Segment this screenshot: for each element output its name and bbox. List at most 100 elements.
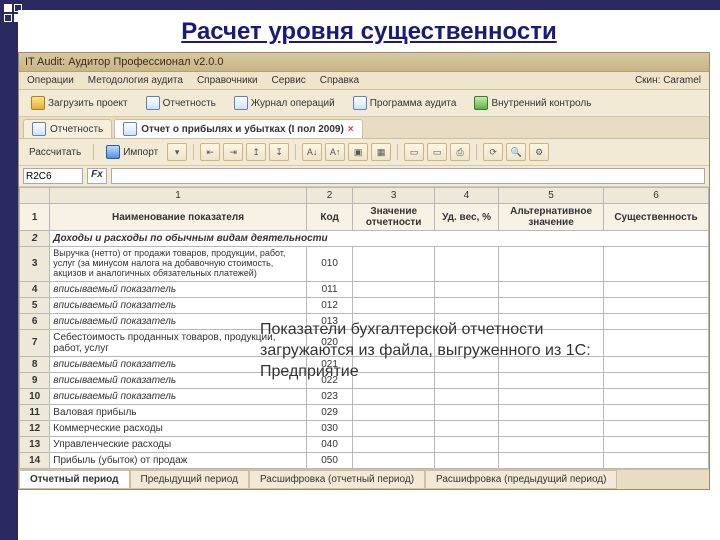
filter-button[interactable]: ▣ (348, 143, 368, 161)
tool-btn-1[interactable]: ▾ (167, 143, 187, 161)
fx-button[interactable]: Fx (87, 168, 107, 184)
col-header-2[interactable]: 2 (306, 188, 353, 204)
menu-references[interactable]: Справочники (197, 75, 258, 86)
formula-input[interactable] (111, 168, 705, 184)
header-weight[interactable]: Уд. вес, % (434, 204, 498, 231)
cell[interactable] (499, 404, 604, 420)
cell[interactable] (604, 388, 709, 404)
tab-profit-loss[interactable]: Отчет о прибылях и убытках (I пол 2009)× (114, 119, 362, 138)
cell-code[interactable]: 012 (306, 297, 353, 313)
cell-name[interactable]: Управленческие расходы (50, 436, 306, 452)
cell-code[interactable]: 040 (306, 436, 353, 452)
cell-code[interactable]: 029 (306, 404, 353, 420)
cell[interactable] (499, 436, 604, 452)
cell[interactable] (604, 404, 709, 420)
view-btn-1[interactable]: ▭ (404, 143, 424, 161)
cell[interactable] (604, 281, 709, 297)
header-name[interactable]: Наименование показателя (50, 204, 306, 231)
row-header[interactable]: 12 (20, 420, 50, 436)
header-materiality[interactable]: Существенность (604, 204, 709, 231)
view-btn-3[interactable]: ⎙ (450, 143, 470, 161)
menu-help[interactable]: Справка (320, 75, 359, 86)
cell[interactable] (353, 420, 435, 436)
settings-button[interactable]: ⚙ (529, 143, 549, 161)
view-btn-2[interactable]: ▭ (427, 143, 447, 161)
sheet-tab-current[interactable]: Отчетный период (19, 470, 130, 489)
internal-control-button[interactable]: Внутренний контроль (468, 93, 597, 113)
calculate-button[interactable]: Рассчитать (23, 144, 87, 161)
cell[interactable] (604, 452, 709, 468)
corner-cell[interactable] (20, 188, 50, 204)
move-up-button[interactable]: ↥ (246, 143, 266, 161)
cell-code[interactable]: 010 (306, 247, 353, 282)
row-header[interactable]: 7 (20, 329, 50, 356)
reporting-button[interactable]: Отчетность (140, 93, 222, 113)
cell-name[interactable]: Валовая прибыль (50, 404, 306, 420)
load-project-button[interactable]: Загрузить проект (25, 93, 134, 113)
cell[interactable] (604, 297, 709, 313)
cell[interactable] (499, 452, 604, 468)
row-header[interactable]: 2 (20, 231, 50, 247)
cell-name[interactable]: Коммерческие расходы (50, 420, 306, 436)
col-header-5[interactable]: 5 (499, 188, 604, 204)
cell[interactable] (353, 297, 435, 313)
cell[interactable] (499, 388, 604, 404)
cell-code[interactable]: 050 (306, 452, 353, 468)
cell[interactable] (604, 436, 709, 452)
skin-label[interactable]: Скин: Caramel (635, 75, 701, 86)
cell-code[interactable]: 023 (306, 388, 353, 404)
cell[interactable] (604, 247, 709, 282)
header-value[interactable]: Значение отчетности (353, 204, 435, 231)
row-header[interactable]: 5 (20, 297, 50, 313)
cell-name[interactable]: Прибыль (убыток) от продаж (50, 452, 306, 468)
col-header-1[interactable]: 1 (50, 188, 306, 204)
cell[interactable] (434, 420, 498, 436)
close-icon[interactable]: × (348, 124, 354, 135)
cell[interactable] (353, 247, 435, 282)
cell[interactable] (434, 436, 498, 452)
journal-button[interactable]: Журнал операций (228, 93, 341, 113)
menu-operations[interactable]: Операции (27, 75, 74, 86)
section-cell[interactable]: Доходы и расходы по обычным видам деятел… (50, 231, 709, 247)
cell[interactable] (499, 297, 604, 313)
sheet-tab-previous[interactable]: Предыдущий период (130, 470, 249, 489)
row-header[interactable]: 1 (20, 204, 50, 231)
cell[interactable] (353, 281, 435, 297)
indent-button[interactable]: ⇥ (223, 143, 243, 161)
cell[interactable] (434, 404, 498, 420)
tab-reporting[interactable]: Отчетность (23, 119, 112, 138)
refresh-button[interactable]: ⟳ (483, 143, 503, 161)
sheet-tab-detail-current[interactable]: Расшифровка (отчетный период) (249, 470, 425, 489)
cell[interactable] (434, 297, 498, 313)
cell[interactable] (353, 388, 435, 404)
move-down-button[interactable]: ↧ (269, 143, 289, 161)
outdent-button[interactable]: ⇤ (200, 143, 220, 161)
cell-code[interactable]: 030 (306, 420, 353, 436)
header-code[interactable]: Код (306, 204, 353, 231)
cell[interactable] (434, 452, 498, 468)
cell-ref-input[interactable] (23, 168, 83, 184)
menu-service[interactable]: Сервис (272, 75, 306, 86)
cell[interactable] (353, 436, 435, 452)
row-header[interactable]: 14 (20, 452, 50, 468)
cell[interactable] (353, 452, 435, 468)
cell[interactable] (434, 388, 498, 404)
row-header[interactable]: 11 (20, 404, 50, 420)
import-button[interactable]: Импорт (100, 142, 164, 162)
col-header-4[interactable]: 4 (434, 188, 498, 204)
zoom-button[interactable]: 🔍 (506, 143, 526, 161)
cell[interactable] (499, 247, 604, 282)
cell[interactable] (353, 404, 435, 420)
row-header[interactable]: 6 (20, 313, 50, 329)
cell-name[interactable]: вписываемый показатель (50, 297, 306, 313)
row-header[interactable]: 3 (20, 247, 50, 282)
cell-name[interactable]: вписываемый показатель (50, 281, 306, 297)
cell[interactable] (604, 420, 709, 436)
sheet-tab-detail-previous[interactable]: Расшифровка (предыдущий период) (425, 470, 617, 489)
row-header[interactable]: 8 (20, 356, 50, 372)
cell-code[interactable]: 011 (306, 281, 353, 297)
cell[interactable] (434, 281, 498, 297)
row-header[interactable]: 10 (20, 388, 50, 404)
cell[interactable] (434, 247, 498, 282)
sort-desc-button[interactable]: A↑ (325, 143, 345, 161)
